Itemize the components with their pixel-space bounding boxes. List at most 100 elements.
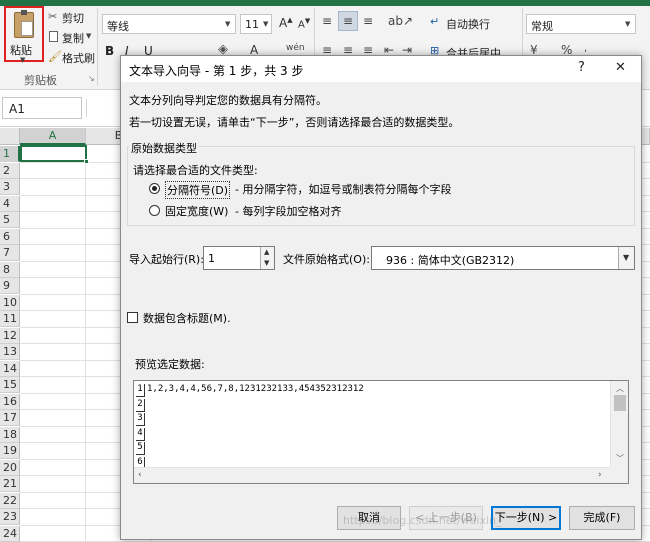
row-header[interactable]: 8 [0,261,20,278]
has-headers-label: 数据包含标题(M). [143,312,231,325]
row-header[interactable]: 24 [0,525,20,542]
chevron-down-icon: ▼ [625,20,631,28]
row-header[interactable]: 10 [0,294,20,311]
number-format-select[interactable]: 常规 ▼ [526,14,636,34]
orientation-icon[interactable]: ab↗ [388,14,413,28]
row-header[interactable]: 20 [0,459,20,476]
select-all-corner[interactable] [0,128,20,145]
font-size-select[interactable]: 11 ▼ [240,14,272,34]
spinner-down-icon[interactable]: ▼ [264,259,269,267]
ribbon-accent-bar [0,0,650,6]
finish-button[interactable]: 完成(F) [569,506,635,530]
font-name-select[interactable]: 等线 ▼ [102,14,236,34]
next-label: 下一步(N) > [494,511,558,524]
has-headers-checkbox-row[interactable]: 数据包含标题(M). [127,310,247,326]
wrap-text-button[interactable]: ↵ 自动换行 [430,15,518,31]
preview-row-number: 5 [136,442,145,455]
scrollbar-thumb[interactable] [614,395,626,411]
row-header[interactable]: 18 [0,426,20,443]
row-header[interactable]: 14 [0,360,20,377]
row-header[interactable]: 6 [0,228,20,245]
formula-divider [86,99,116,117]
name-box[interactable]: A1 [2,97,82,119]
increase-font-icon[interactable]: A▲ [279,16,293,30]
row-header[interactable]: 13 [0,344,20,360]
row-header[interactable]: 15 [0,377,20,393]
scroll-up-icon[interactable]: ︿ [616,383,624,394]
row-header[interactable]: 21 [0,476,20,492]
row-header[interactable]: 16 [0,393,20,410]
wrap-text-icon: ↵ [430,15,440,28]
row-header[interactable]: 22 [0,492,20,509]
close-button[interactable]: ✕ [615,60,626,75]
chevron-down-icon: ▼ [86,32,92,40]
row-header[interactable]: 7 [0,245,20,261]
option-delimited[interactable]: 分隔符号(D) - 用分隔字符，如逗号或制表符分隔每个字段 [149,181,451,199]
start-row-input[interactable]: 1 ▲ ▼ [203,246,275,270]
row-header[interactable]: 5 [0,212,20,228]
file-origin-dropdown[interactable]: ▼ [618,247,634,269]
row-header[interactable]: 9 [0,278,20,294]
name-box-value: A1 [9,102,25,116]
row-header[interactable]: 17 [0,410,20,426]
original-type-group-label: 原始数据类型 [129,140,199,156]
column-header-label: A [48,129,57,142]
row-header[interactable]: 12 [0,327,20,344]
chevron-down-icon: ▼ [20,56,26,64]
paste-button[interactable]: 粘贴 ▼ [4,6,44,64]
scroll-left-icon[interactable]: ‹ [138,470,142,480]
scissors-icon: ✂ [48,10,58,23]
row-header[interactable]: 1 [0,146,20,162]
preview-rows: 1 1,2,3,4,4,56,7,8,1231232133,45435231231… [136,383,610,469]
file-origin-label: 文件原始格式(O): [283,253,370,266]
file-origin-select[interactable]: 936 : 简体中文(GB2312) ▼ [371,246,635,270]
wrap-text-label: 自动换行 [446,18,490,31]
row-header[interactable]: 11 [0,311,20,327]
column-header-a[interactable]: A [20,128,86,145]
preview-row-number: 3 [136,413,145,426]
spinner-up-icon[interactable]: ▲ [264,248,269,256]
row-header[interactable]: 3 [0,179,20,195]
dialog-title-bar[interactable]: 文本导入向导 - 第 1 步，共 3 步 ? ✕ [121,56,641,82]
cut-label: 剪切 [62,12,84,25]
has-headers-checkbox[interactable] [127,312,138,323]
dialog-launcher-icon[interactable]: ↘ [88,74,95,83]
preview-row: 2 [136,398,606,412]
option-fixed-desc: - 每列字段加空格对齐 [235,205,342,218]
option-fixed-width[interactable]: 固定宽度(W) - 每列字段加空格对齐 [149,203,449,219]
preview-row-number: 1 [136,384,145,397]
fill-handle[interactable] [84,159,89,164]
start-row-spinner[interactable]: ▲ ▼ [260,247,274,269]
preview-row-text: 1,2,3,4,4,56,7,8,1231232133,454352312312 [147,384,364,394]
scroll-corner [610,467,628,483]
choose-type-label: 请选择最合适的文件类型: [133,164,258,177]
row-header[interactable]: 4 [0,195,20,212]
intro-text-2: 若一切设置无误，请单击“下一步”，否则请选择最合适的数据类型。 [129,116,460,129]
row-header[interactable]: 23 [0,509,20,525]
preview-label: 预览选定数据: [135,358,205,371]
font-size-value: 11 [245,18,259,31]
scroll-down-icon[interactable]: ﹀ [616,453,624,464]
align-top-icon[interactable]: ≡ [322,14,332,28]
row-header[interactable]: 2 [0,162,20,179]
active-cell-a1[interactable] [20,145,87,162]
comma-style-icon[interactable]: , [584,43,587,54]
format-painter-label: 格式刷 [62,52,95,65]
clipboard-icon [14,10,34,38]
decrease-font-icon[interactable]: A▼ [298,17,310,30]
align-bottom-icon[interactable]: ≡ [363,14,373,28]
preview-horizontal-scrollbar[interactable]: ‹ › [134,467,610,483]
bold-button[interactable]: B [105,44,114,58]
copy-label: 复制 [62,32,84,45]
preview-box[interactable]: 1 1,2,3,4,4,56,7,8,1231232133,45435231231… [133,380,629,484]
radio-fixed-width[interactable] [149,205,160,216]
font-name-value: 等线 [107,20,129,33]
help-button[interactable]: ? [578,60,585,75]
preview-row: 5 [136,441,606,455]
radio-delimited[interactable] [149,183,160,194]
preview-vertical-scrollbar[interactable]: ︿ ﹀ [610,381,628,467]
scroll-right-icon[interactable]: › [598,470,602,480]
watermark: https://blog.csdn.net/weixin_ [343,514,502,527]
row-header[interactable]: 19 [0,443,20,459]
phonetic-icon[interactable]: wén [286,43,305,53]
